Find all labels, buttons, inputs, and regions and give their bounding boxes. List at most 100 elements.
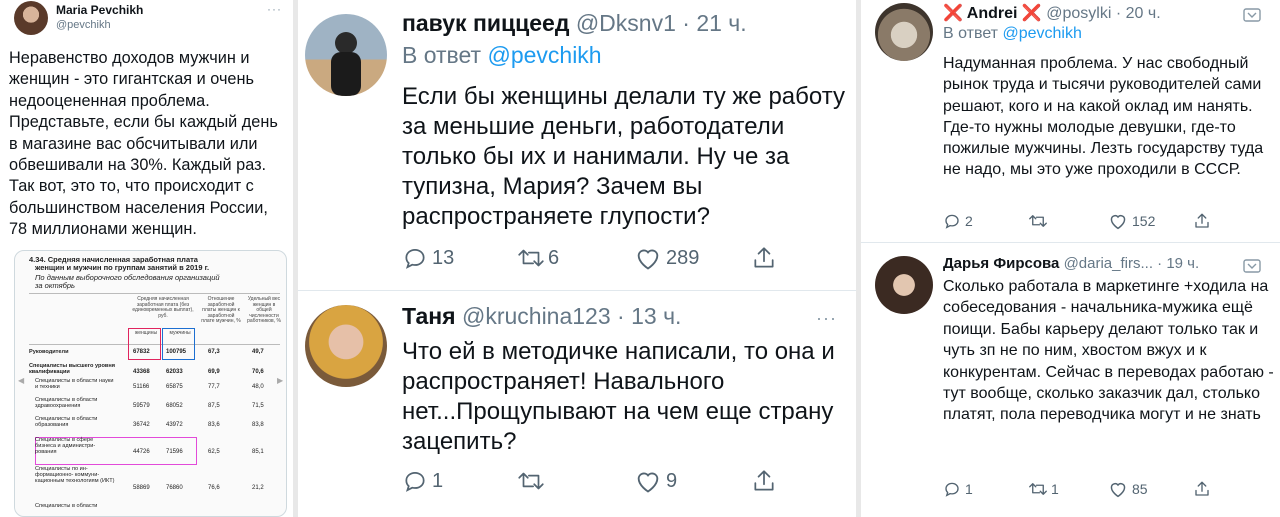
table-cell-ratio: 62,5: [208, 449, 220, 456]
divider: [861, 242, 1280, 243]
table-cell-share: 48,0: [252, 384, 264, 391]
share-button[interactable]: [751, 468, 777, 494]
table-cell-women: 58869: [133, 484, 150, 491]
table-cell-share: 49,7: [252, 349, 264, 355]
more-options-icon[interactable]: ···: [267, 2, 282, 16]
share-button[interactable]: [1193, 480, 1211, 498]
table-cell-women: 36742: [133, 422, 150, 429]
like-count: 289: [666, 246, 700, 269]
author-handle[interactable]: @daria_firs...: [1064, 255, 1153, 272]
share-button[interactable]: [1193, 212, 1211, 230]
heart-icon: [1110, 214, 1126, 230]
header-ratio: Отношение заработной платы женщин к зара…: [201, 296, 241, 325]
like-button[interactable]: 152: [1108, 212, 1155, 230]
tweet-text: Сколько работала в маркетинге +ходила на…: [943, 278, 1274, 424]
reply-count: 1: [432, 469, 444, 492]
author-name[interactable]: Дарья Фирсова: [943, 255, 1059, 272]
like-count: 9: [666, 469, 678, 492]
reply-to-link[interactable]: @pevchikh: [1002, 25, 1081, 42]
reply-icon: [405, 249, 425, 269]
table-cell-share: 21,2: [252, 484, 264, 491]
table-row-label: Специалисты в сфере бизнеса и администри…: [35, 437, 96, 456]
author-handle[interactable]: @pevchikh: [56, 19, 111, 31]
heart-icon: [1110, 482, 1126, 498]
avatar-daria[interactable]: [875, 256, 933, 314]
like-count: 85: [1132, 481, 1148, 497]
author-line: Дарья Фирсова @daria_firs... · 19 ч.: [943, 255, 1199, 272]
scroll-right-icon[interactable]: ▶: [277, 376, 283, 385]
avatar-dksnv1[interactable]: [305, 14, 387, 96]
header-share: Удельный вес женщин в общей численности …: [247, 296, 281, 325]
avatar-figure: [335, 32, 357, 54]
reply-button[interactable]: 1: [943, 480, 973, 498]
table-cell-ratio: 87,5: [208, 403, 220, 410]
retweet-icon: [1029, 215, 1047, 227]
share-icon: [754, 247, 774, 268]
like-button[interactable]: 9: [634, 468, 677, 494]
table-subtitle-2: за октябрь: [35, 281, 75, 290]
table-cell-men: 76860: [166, 484, 183, 491]
table-cell-women: 43368: [133, 369, 150, 376]
reply-button[interactable]: 2: [943, 212, 973, 230]
table-cell-men: 100795: [166, 349, 187, 355]
like-button[interactable]: 85: [1108, 480, 1148, 498]
author-handle[interactable]: @Dksnv1: [576, 10, 676, 36]
reply-context: В ответ @pevchikh: [943, 25, 1082, 43]
like-count: 152: [1132, 213, 1156, 229]
more-options-icon[interactable]: ···: [816, 308, 837, 329]
table-cell-women: 44726: [133, 449, 150, 456]
reply-button[interactable]: 13: [402, 245, 454, 271]
tweet-panel-3: ❌ Andrei ❌ @posylki · 20 ч. В ответ @pev…: [861, 0, 1280, 517]
table-cell-women: 59579: [133, 403, 150, 410]
more-options-icon[interactable]: [1242, 5, 1262, 30]
reply-to-link[interactable]: @pevchikh: [487, 42, 601, 68]
author-name[interactable]: Maria Pevchikh: [56, 3, 143, 17]
share-icon: [1195, 481, 1209, 496]
author-line: Таня @kruchina123 · 13 ч.: [402, 303, 681, 330]
share-button[interactable]: [751, 245, 777, 271]
avatar-posylki[interactable]: [875, 3, 933, 61]
author-handle[interactable]: @kruchina123: [462, 303, 611, 329]
table-row-label: Специалисты в области здравоохранения: [35, 397, 98, 410]
tweet-panel-2: павук пиццеед @Dksnv1 · 21 ч. В ответ @p…: [298, 0, 856, 517]
tweet-text: Неравенство доходов мужчин и женщин - эт…: [9, 49, 278, 239]
table-rule: [29, 293, 280, 294]
author-handle[interactable]: @posylki: [1046, 5, 1111, 22]
statistics-table-image[interactable]: 4.34. Средняя начисленная заработная пла…: [14, 250, 287, 517]
retweet-icon: [518, 249, 544, 267]
author-name[interactable]: Таня: [402, 303, 456, 329]
table-cell-women: 51166: [133, 384, 150, 391]
author-name[interactable]: ❌ Andrei ❌: [943, 5, 1042, 22]
divider: [298, 290, 856, 291]
reply-prefix: В ответ: [402, 42, 482, 68]
retweet-icon: [518, 472, 544, 490]
reply-icon: [405, 472, 425, 492]
tweet-time[interactable]: · 19 ч.: [1157, 255, 1199, 272]
retweet-button[interactable]: [516, 468, 546, 494]
scroll-left-icon[interactable]: ◀: [18, 376, 24, 385]
reply-button[interactable]: 1: [402, 468, 443, 494]
women-column-highlight: [128, 328, 161, 360]
table-row-label: Специалисты в области науки и техники: [35, 378, 114, 391]
retweet-button[interactable]: 6: [516, 245, 559, 271]
like-button[interactable]: 289: [634, 245, 699, 271]
table-cell-ratio: 69,9: [208, 369, 220, 376]
heart-icon: [637, 472, 659, 493]
reply-count: 1: [965, 481, 973, 497]
avatar-pevchikh[interactable]: [14, 1, 48, 35]
avatar-kruchina123[interactable]: [305, 305, 387, 387]
tweet-time[interactable]: · 20 ч.: [1116, 5, 1161, 22]
tweet-time[interactable]: · 21 ч.: [682, 10, 746, 36]
author-name[interactable]: павук пиццеед: [402, 10, 569, 36]
table-cell-men: 71596: [166, 449, 183, 456]
share-icon: [1195, 213, 1209, 228]
tweet-time[interactable]: · 13 ч.: [617, 303, 681, 329]
retweet-count: 1: [1051, 481, 1059, 497]
retweet-button[interactable]: [1027, 212, 1049, 230]
retweet-button[interactable]: 1: [1027, 480, 1059, 498]
table-row-label: Специалисты в области: [35, 503, 98, 509]
tweet-text: Что ей в методичке написали, то она и ра…: [402, 338, 835, 455]
table-cell-ratio: 76,6: [208, 484, 220, 491]
reply-icon: [945, 214, 959, 229]
table-row-label: Специалисты в области образования: [35, 416, 98, 429]
